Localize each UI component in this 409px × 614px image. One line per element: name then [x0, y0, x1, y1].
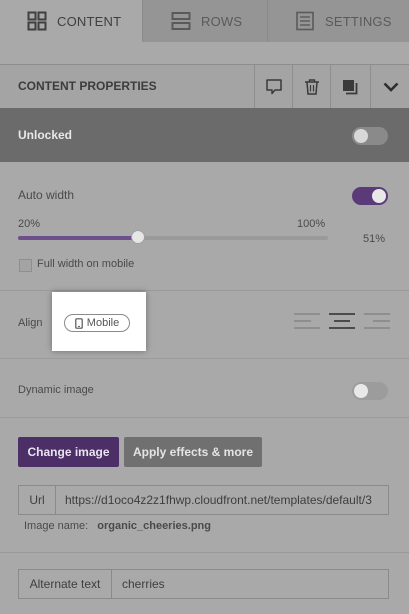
divider — [0, 358, 409, 359]
tab-content-label: CONTENT — [57, 13, 122, 29]
image-name-row: Image name: organic_cheeries.png — [24, 520, 211, 532]
tab-rows[interactable]: ROWS — [142, 0, 267, 42]
lock-section: Unlocked — [0, 108, 409, 162]
tab-settings[interactable]: SETTINGS — [267, 0, 409, 42]
change-image-button[interactable]: Change image — [18, 437, 119, 467]
url-field[interactable]: Url https://d1oco4z2z1fhwp.cloudfront.ne… — [18, 485, 389, 515]
align-left-icon[interactable] — [294, 312, 320, 330]
image-name-value: organic_cheeries.png — [97, 520, 211, 532]
mobile-toggle-highlight: Mobile — [52, 292, 146, 351]
width-value: 51% — [363, 233, 386, 245]
full-width-mobile-label: Full width on mobile — [37, 258, 135, 270]
panel-tabs: CONTENT ROWS SETTINGS — [0, 0, 409, 42]
tab-settings-label: SETTINGS — [325, 13, 392, 29]
toggle-knob — [354, 384, 368, 398]
comment-button[interactable] — [254, 65, 293, 109]
settings-list-icon — [296, 11, 314, 31]
apply-effects-button[interactable]: Apply effects & more — [124, 437, 262, 467]
alternate-text-label: Alternate text — [19, 570, 112, 598]
width-slider-handle[interactable] — [131, 230, 145, 244]
width-slider-fill — [18, 236, 138, 240]
content-properties-header: CONTENT PROPERTIES — [0, 64, 409, 110]
chevron-down-icon — [383, 82, 398, 92]
delete-button[interactable] — [292, 65, 331, 109]
lock-label: Unlocked — [18, 128, 73, 142]
toggle-knob — [372, 189, 386, 203]
comment-icon — [266, 79, 282, 95]
url-field-label: Url — [19, 486, 56, 514]
full-width-mobile-checkbox[interactable] — [19, 259, 32, 272]
align-label: Align — [18, 317, 43, 329]
divider — [0, 290, 409, 291]
width-min-label: 20% — [18, 218, 41, 230]
divider — [0, 552, 409, 553]
divider — [0, 417, 409, 418]
lock-toggle[interactable] — [352, 127, 388, 145]
alternate-text-field[interactable]: Alternate text cherries — [18, 569, 389, 599]
collapse-button[interactable] — [370, 65, 409, 109]
tab-rows-label: ROWS — [201, 13, 243, 29]
dynamic-image-label: Dynamic image — [18, 384, 94, 396]
mobile-toggle-button[interactable]: Mobile — [64, 314, 130, 332]
image-name-label: Image name: — [24, 520, 89, 532]
duplicate-icon — [343, 80, 358, 95]
align-right-icon[interactable] — [364, 312, 390, 330]
url-field-value[interactable]: https://d1oco4z2z1fhwp.cloudfront.net/te… — [65, 486, 385, 514]
trash-icon — [305, 79, 319, 95]
width-max-label: 100% — [297, 218, 326, 230]
width-slider[interactable] — [18, 230, 328, 244]
mobile-toggle-label: Mobile — [86, 317, 120, 329]
align-center-icon[interactable] — [329, 312, 355, 330]
duplicate-button[interactable] — [330, 65, 369, 109]
alternate-text-value[interactable]: cherries — [122, 570, 382, 598]
mobile-phone-icon — [74, 317, 83, 329]
rows-icon — [171, 12, 191, 30]
toggle-knob — [354, 129, 368, 143]
panel-title: CONTENT PROPERTIES — [18, 79, 157, 93]
grid-icon — [27, 11, 47, 31]
dynamic-image-toggle[interactable] — [352, 382, 388, 400]
auto-width-toggle[interactable] — [352, 187, 388, 205]
auto-width-label: Auto width — [18, 188, 75, 202]
tab-content[interactable]: CONTENT — [0, 0, 142, 42]
